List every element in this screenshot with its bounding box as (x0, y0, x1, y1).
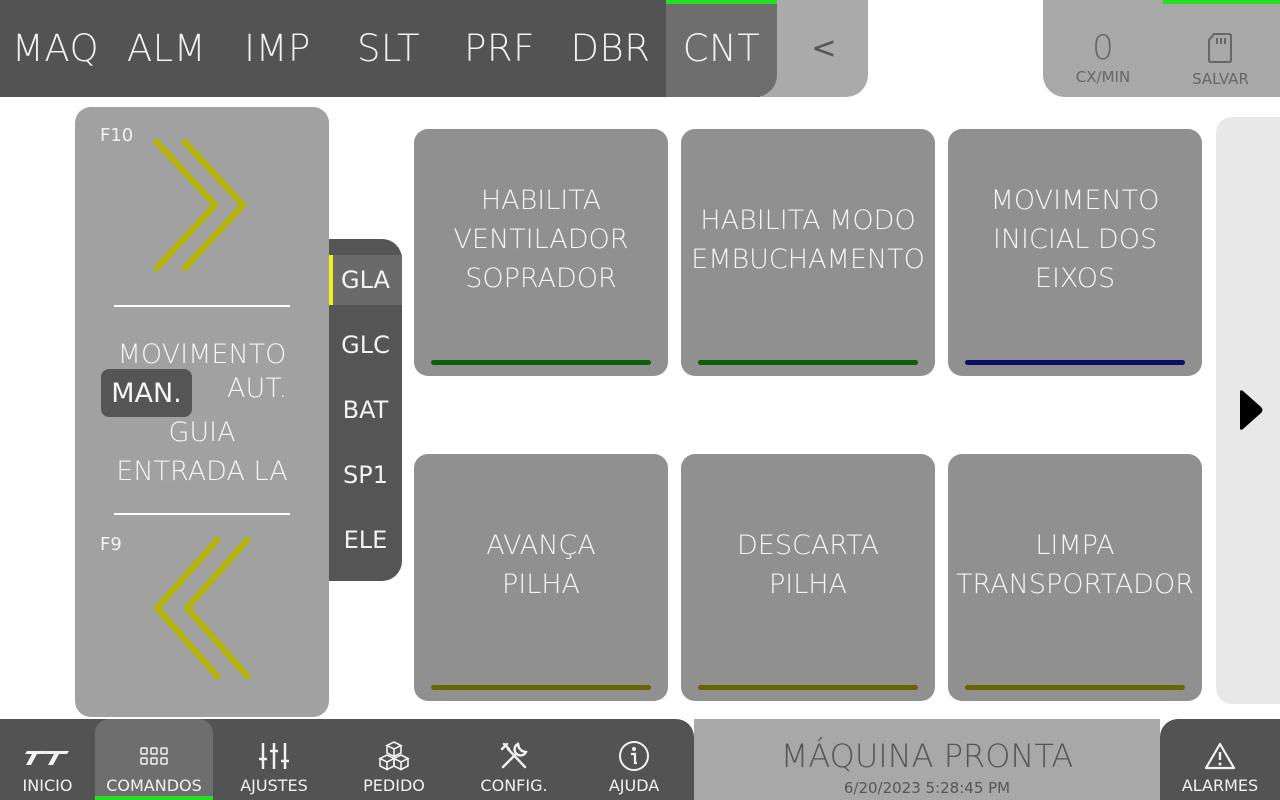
tab-label: MAQ (11, 27, 100, 70)
logo-icon (24, 751, 69, 765)
warning-icon (1204, 742, 1236, 770)
play-right-icon (1240, 390, 1263, 430)
tab-label: DBR (570, 27, 651, 70)
tab-label: PRF (464, 27, 535, 70)
forward-key-label: F10 (100, 125, 134, 146)
tab-alm[interactable]: ALM (111, 0, 222, 97)
forward-arrow-button[interactable] (145, 135, 255, 275)
status-title: MÁQUINA PRONTA (780, 737, 1074, 775)
nav-label: AJUDA (608, 776, 660, 795)
divider (114, 305, 290, 307)
cmd-status-bar (698, 360, 918, 365)
movement-subtitle-1: GUIA (168, 417, 236, 448)
movement-subtitle-2: ENTRADA LA (116, 456, 288, 487)
cmd-status-bar (698, 685, 918, 690)
cmd-habilita-modo-embuchamento[interactable]: HABILITA MODO EMBUCHAMENTO (681, 129, 935, 376)
cmd-label: HABILITA VENTILADOR SOPRADOR (453, 185, 629, 294)
top-nav-bar: MAQ ALM IMP SLT PRF DBR (0, 0, 778, 97)
cmd-avanca-pilha[interactable]: AVANÇA PILHA (414, 454, 668, 701)
group-label: ELE (343, 526, 388, 554)
cmd-status-bar (965, 360, 1185, 365)
nav-comandos[interactable]: COMANDOS (95, 719, 213, 800)
back-label: < (811, 31, 837, 66)
cmd-movimento-inicial-dos-eixos[interactable]: MOVIMENTO INICIAL DOS EIXOS (948, 129, 1202, 376)
rate-label: CX/MIN (1075, 68, 1131, 86)
group-glc[interactable]: GLC (329, 320, 402, 370)
group-gla[interactable]: GLA (329, 255, 402, 305)
nav-label: COMANDOS (106, 776, 202, 795)
next-page-button[interactable] (1216, 117, 1280, 704)
save-indicator (1163, 0, 1280, 4)
cmd-status-bar (431, 360, 651, 365)
cmd-label: LIMPA TRANSPORTADOR (956, 529, 1194, 600)
nav-pedido[interactable]: PEDIDO (334, 719, 454, 800)
cmd-label: HABILITA MODO EMBUCHAMENTO (691, 204, 925, 275)
tab-label: SLT (356, 27, 421, 70)
tab-label: CNT (682, 27, 761, 70)
nav-label: INICIO (22, 776, 73, 795)
mode-auto-button[interactable]: AUT. (227, 373, 287, 404)
alarms-label: ALARMES (1181, 776, 1259, 795)
tools-icon (500, 742, 528, 769)
nav-label: CONFIG. (480, 776, 548, 795)
cmd-status-bar (431, 685, 651, 690)
group-ele[interactable]: ELE (329, 515, 402, 565)
cmd-label: DESCARTA PILHA (737, 529, 879, 600)
nav-config[interactable]: CONFIG. (454, 719, 574, 800)
movement-title: MOVIMENTO (117, 339, 287, 370)
info-icon (619, 741, 649, 771)
group-label: GLC (341, 331, 390, 359)
reverse-arrow-button[interactable] (149, 533, 259, 683)
save-label: SALVAR (1192, 70, 1249, 88)
group-label: BAT (342, 396, 389, 424)
reverse-key-label: F9 (100, 534, 122, 555)
nav-ajustes[interactable]: AJUSTES (214, 719, 334, 800)
manual-movement-panel: F10 MOVIMENTO MAN. AUT. GUIA ENTRADA LA … (75, 107, 329, 717)
tab-maq[interactable]: MAQ (0, 0, 111, 97)
boxes-icon (378, 741, 410, 771)
divider (114, 513, 290, 515)
nav-ajuda[interactable]: AJUDA (574, 719, 694, 800)
group-label: GLA (341, 266, 390, 294)
nav-label: AJUSTES (240, 776, 308, 795)
alarms-button[interactable]: ALARMES (1160, 719, 1280, 800)
tab-label: IMP (244, 27, 311, 70)
sd-card-icon (1208, 33, 1232, 63)
rate-value: 0 (1092, 28, 1114, 68)
status-timestamp: 6/20/2023 5:28:45 PM (843, 779, 1011, 797)
group-selector: GLA GLC BAT SP1 ELE (329, 239, 402, 581)
machine-status: MÁQUINA PRONTA 6/20/2023 5:28:45 PM (694, 719, 1160, 800)
cmd-habilita-ventilador-soprador[interactable]: HABILITA VENTILADOR SOPRADOR (414, 129, 668, 376)
tab-prf[interactable]: PRF (444, 0, 555, 97)
nav-label: PEDIDO (363, 776, 425, 795)
top-right-panel: 0 CX/MIN SALVAR (1043, 0, 1280, 97)
mode-manual-label: MAN. (111, 377, 182, 409)
group-sp1[interactable]: SP1 (329, 450, 402, 500)
cmd-descarta-pilha[interactable]: DESCARTA PILHA (681, 454, 935, 701)
nav-inicio[interactable]: INICIO (0, 719, 95, 800)
cmd-label: AVANÇA PILHA (486, 529, 596, 600)
save-button[interactable]: SALVAR (1173, 30, 1268, 92)
tab-dbr[interactable]: DBR (555, 0, 666, 97)
grid-icon (140, 747, 168, 765)
bottom-nav-bar: INICIO COMANDOS AJUSTES PEDIDO CONFIG. A… (0, 719, 694, 800)
cmd-label: MOVIMENTO INICIAL DOS EIXOS (990, 185, 1160, 294)
sliders-icon (259, 743, 289, 769)
tab-slt[interactable]: SLT (333, 0, 444, 97)
tab-label: ALM (126, 27, 207, 70)
cmd-limpa-transportador[interactable]: LIMPA TRANSPORTADOR (948, 454, 1202, 701)
group-label: SP1 (343, 461, 388, 489)
tab-imp[interactable]: IMP (222, 0, 333, 97)
cmd-status-bar (965, 685, 1185, 690)
tab-cnt[interactable]: CNT (666, 0, 777, 97)
group-bat[interactable]: BAT (329, 385, 402, 435)
mode-auto-label: AUT. (227, 373, 288, 404)
mode-manual-button[interactable]: MAN. (101, 369, 192, 417)
